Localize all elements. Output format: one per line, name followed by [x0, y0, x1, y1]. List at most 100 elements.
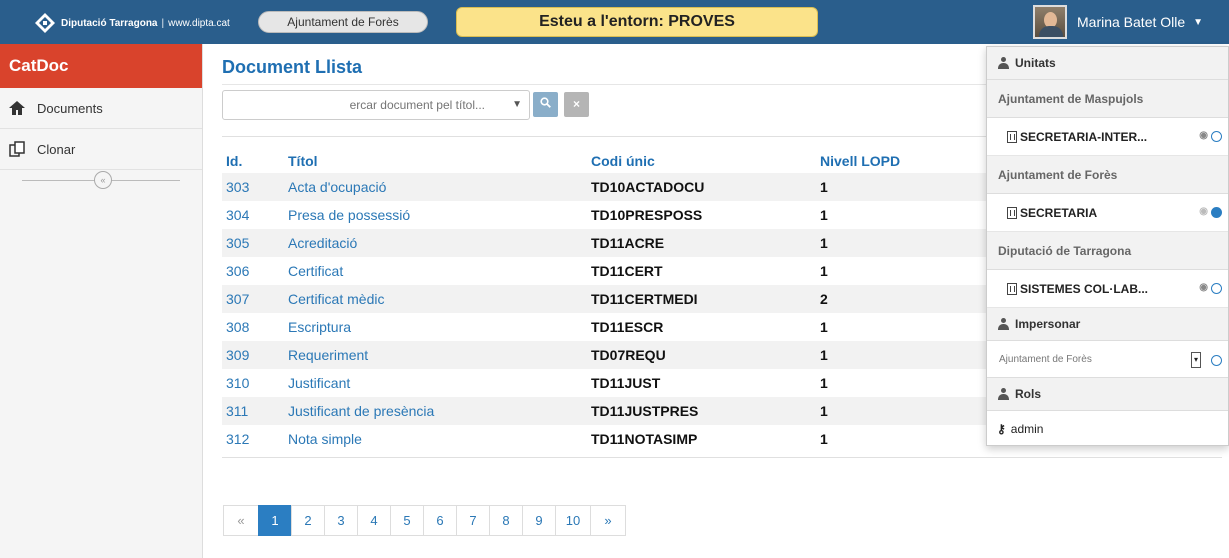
divider [222, 457, 1222, 458]
sidebar-item-label: Clonar [37, 141, 76, 157]
cell-id[interactable]: 311 [222, 397, 284, 425]
role-item-admin[interactable]: ⚷ admin [987, 411, 1228, 447]
cell-title[interactable]: Certificat mèdic [284, 285, 587, 313]
unit-item[interactable]: SISTEMES COL·LAB... ◉ [987, 270, 1228, 308]
page-button-6[interactable]: 6 [423, 505, 457, 536]
clear-search-button[interactable]: × [564, 92, 589, 117]
caret-down-icon[interactable]: ▾ [1191, 352, 1201, 368]
page-prev-button[interactable]: « [223, 505, 259, 536]
cell-code: TD11ACRE [587, 229, 816, 257]
cell-title[interactable]: Requeriment [284, 341, 587, 369]
units-section-header: Unitats [987, 47, 1228, 80]
cell-id[interactable]: 309 [222, 341, 284, 369]
cell-id[interactable]: 303 [222, 173, 284, 201]
eye-slash-icon[interactable]: ◉ [1199, 130, 1208, 141]
collapse-sidebar-button[interactable]: « [94, 171, 112, 189]
cell-lopd: 1 [820, 207, 828, 223]
caret-down-icon[interactable]: ▼ [512, 99, 522, 110]
column-header-code[interactable]: Codi únic [587, 149, 816, 173]
page-button-3[interactable]: 3 [324, 505, 358, 536]
unit-label: SECRETARIA-INTER... [1020, 129, 1148, 144]
cell-id[interactable]: 310 [222, 369, 284, 397]
cell-title[interactable]: Certificat [284, 257, 587, 285]
building-icon [1007, 130, 1017, 143]
cell-code: TD11ESCR [591, 319, 664, 335]
unit-label: SISTEMES COL·LAB... [1020, 281, 1149, 296]
cell-title[interactable]: Presa de possessió [284, 201, 587, 229]
cell-id[interactable]: 304 [222, 201, 284, 229]
impersonate-select[interactable]: Ajuntament de Forès ▾ [997, 349, 1201, 371]
cell-id[interactable]: 306 [222, 257, 284, 285]
search-input[interactable] [223, 91, 493, 119]
cell-id[interactable]: 308 [222, 313, 284, 341]
cell-lopd: 1 [816, 173, 982, 201]
page-button-10[interactable]: 10 [555, 505, 591, 536]
column-header-id[interactable]: Id. [222, 149, 284, 173]
user-icon [998, 388, 1009, 400]
home-icon [9, 100, 25, 116]
page-button-4[interactable]: 4 [357, 505, 391, 536]
cell-lopd: 2 [816, 285, 982, 313]
app-title[interactable]: CatDoc [0, 44, 202, 88]
top-bar: Diputació Tarragona | www.dipta.cat Ajun… [0, 0, 1229, 44]
eye-slash-icon[interactable]: ◉ [1199, 282, 1208, 293]
cell-id[interactable]: 305 [222, 229, 284, 257]
cell-title[interactable]: Justificant de presència [284, 397, 587, 425]
brand-separator: | [161, 17, 165, 29]
page-title: Document Llista [222, 57, 363, 77]
cell-title[interactable]: Acta d'ocupació [284, 173, 587, 201]
caret-down-icon: ▼ [1193, 16, 1204, 28]
unit-radio[interactable] [1211, 207, 1222, 218]
page-next-button[interactable]: » [590, 505, 626, 536]
cell-code: TD11JUST [591, 375, 661, 391]
brand[interactable]: Diputació Tarragona | www.dipta.cat [34, 12, 230, 34]
cell-id[interactable]: 307 [222, 285, 284, 313]
building-icon [1007, 282, 1017, 295]
unit-item[interactable]: SECRETARIA ◉ [987, 194, 1228, 232]
document-search-select[interactable]: ▼ [222, 90, 530, 120]
user-menu-toggle[interactable]: Marina Batet Olle ▼ [1033, 2, 1229, 42]
cell-code: TD10PRESPOSS [591, 207, 703, 223]
page-button-2[interactable]: 2 [291, 505, 325, 536]
unit-radio[interactable] [1211, 283, 1222, 294]
user-dropdown-menu: Unitats Ajuntament de Maspujols SECRETAR… [986, 46, 1229, 446]
page-button-9[interactable]: 9 [522, 505, 556, 536]
sidebar-item-clonar[interactable]: Clonar [0, 129, 202, 170]
user-icon [998, 318, 1009, 330]
user-icon [998, 57, 1009, 69]
building-icon [1007, 206, 1017, 219]
cell-title[interactable]: Acreditació [284, 229, 587, 257]
unit-radio[interactable] [1211, 131, 1222, 142]
impersonate-value: Ajuntament de Forès [999, 354, 1092, 365]
cell-code: TD11JUSTPRES [587, 397, 816, 425]
cell-lopd: 1 [816, 229, 982, 257]
cell-lopd: 1 [816, 341, 982, 369]
page-button-1[interactable]: 1 [258, 505, 292, 536]
column-header-lopd[interactable]: Nivell LOPD [816, 149, 982, 173]
section-label: Impersonar [1015, 316, 1081, 331]
diputacio-logo-icon [34, 12, 56, 34]
cell-id[interactable]: 312 [222, 425, 284, 453]
search-button[interactable] [533, 92, 558, 117]
eye-slash-icon[interactable]: ◉ [1199, 206, 1208, 217]
section-label: Unitats [1015, 55, 1056, 70]
cell-lopd: 1 [820, 319, 828, 335]
sidebar-item-label: Documents [37, 100, 103, 116]
cell-title[interactable]: Nota simple [284, 425, 587, 453]
cell-lopd: 1 [820, 375, 828, 391]
column-header-title[interactable]: Títol [284, 149, 587, 173]
cell-title[interactable]: Justificant [284, 369, 587, 397]
impersonate-radio[interactable] [1211, 355, 1222, 366]
cell-code: TD07REQU [587, 341, 816, 369]
unit-item[interactable]: SECRETARIA-INTER... ◉ [987, 118, 1228, 156]
cell-title[interactable]: Escriptura [284, 313, 587, 341]
unit-group-header: Ajuntament de Forès [987, 156, 1228, 194]
user-name: Marina Batet Olle [1077, 14, 1186, 30]
current-entity-button[interactable]: Ajuntament de Forès [258, 11, 428, 33]
page-button-5[interactable]: 5 [390, 505, 424, 536]
page-button-8[interactable]: 8 [489, 505, 523, 536]
sidebar-collapse-row: « [0, 170, 202, 192]
sidebar-item-documents[interactable]: Documents [0, 88, 202, 129]
cell-code: TD10ACTADOCU [587, 173, 816, 201]
page-button-7[interactable]: 7 [456, 505, 490, 536]
